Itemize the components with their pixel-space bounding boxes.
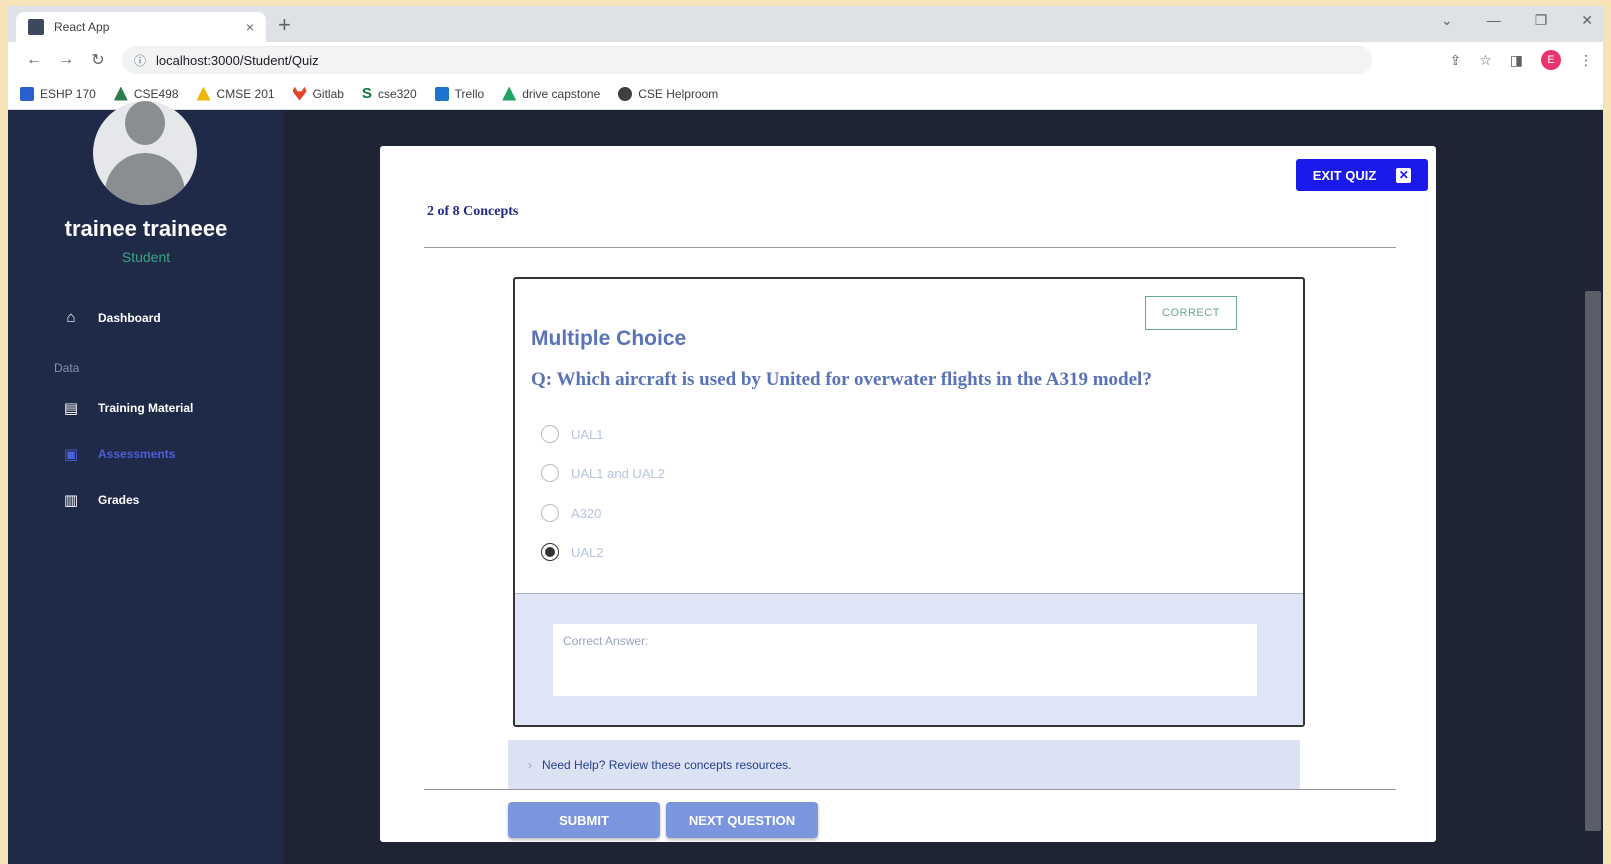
user-name: trainee traineee xyxy=(64,216,228,241)
address-bar[interactable]: ⓘ localhost:3000/Student/Quiz xyxy=(122,46,1372,74)
browser-toolbar: ← → ↻ ⓘ localhost:3000/Student/Quiz ⇪ ☆ … xyxy=(8,42,1603,78)
bookmark-icon xyxy=(20,86,34,101)
sidebar-item-grades[interactable]: ▥ Grades xyxy=(60,491,139,509)
bookmark-icon xyxy=(113,86,128,101)
sidebar-item-label: Dashboard xyxy=(98,310,161,325)
s-logo-icon: S xyxy=(361,85,372,102)
browser-tab[interactable]: React App × xyxy=(16,12,266,42)
new-tab-button[interactable]: + xyxy=(278,12,291,38)
clipboard-icon: ▣ xyxy=(63,446,79,463)
bookmark-item[interactable]: ESHP 170 xyxy=(20,86,96,101)
bookmark-item[interactable]: Trello xyxy=(434,86,484,101)
bookmarks-bar: ESHP 170 CSE498 CMSE 201 Gitlab Scse320 … xyxy=(8,78,1603,110)
answer-option[interactable]: UAL2 xyxy=(541,543,604,561)
exit-quiz-button[interactable]: EXIT QUIZ ✕ xyxy=(1296,159,1428,191)
status-badge: CORRECT xyxy=(1145,296,1237,330)
minimize-icon[interactable]: — xyxy=(1487,12,1501,29)
share-icon[interactable]: ⇪ xyxy=(1449,52,1461,69)
concept-progress: 2 of 8 Concepts xyxy=(427,204,519,219)
divider xyxy=(424,789,1396,790)
question-text: Q: Which aircraft is used by United for … xyxy=(531,369,1152,390)
tab-title: React App xyxy=(54,20,110,34)
answer-panel: Correct Answer: xyxy=(515,593,1303,725)
radio-button[interactable] xyxy=(541,504,559,522)
bookmark-item[interactable]: drive capstone xyxy=(502,86,600,101)
exit-quiz-label: EXIT QUIZ xyxy=(1312,167,1377,183)
window-controls: ⌄ — ❐ ✕ xyxy=(1441,12,1593,29)
grades-icon: ▥ xyxy=(63,492,79,509)
help-text: Need Help? Review these concepts resourc… xyxy=(542,758,792,772)
user-role: Student xyxy=(121,249,171,265)
sidebar: trainee traineee Student ⌂ Dashboard Dat… xyxy=(8,101,284,864)
answer-option[interactable]: A320 xyxy=(541,504,601,522)
bookmark-item[interactable]: CMSE 201 xyxy=(196,86,275,101)
restore-icon[interactable]: ❐ xyxy=(1535,12,1548,29)
sidebar-item-label: Assessments xyxy=(98,447,176,461)
avatar-head-icon xyxy=(125,101,165,145)
profile-avatar[interactable]: E xyxy=(1541,50,1561,70)
question-type: Multiple Choice xyxy=(531,327,687,350)
url-text: localhost:3000/Student/Quiz xyxy=(156,52,319,68)
answer-option[interactable]: UAL1 and UAL2 xyxy=(541,464,665,482)
drive-icon xyxy=(196,86,211,101)
radio-button-selected[interactable] xyxy=(541,543,559,561)
sidebar-item-dashboard[interactable]: ⌂ Dashboard xyxy=(60,309,161,326)
site-info-icon[interactable]: ⓘ xyxy=(134,52,146,69)
browser-window: React App × + ⌄ — ❐ ✕ ← → ↻ ⓘ localhost:… xyxy=(8,6,1603,864)
avatar xyxy=(93,101,197,205)
avatar-body-icon xyxy=(105,153,185,205)
tab-close-icon[interactable]: × xyxy=(246,19,254,35)
next-question-button[interactable]: NEXT QUESTION xyxy=(666,802,818,838)
scroll-thumb[interactable] xyxy=(1585,291,1601,831)
drive-icon xyxy=(502,86,517,101)
scrollbar[interactable] xyxy=(1581,111,1603,864)
correct-answer-field[interactable]: Correct Answer: xyxy=(553,624,1257,696)
toolbar-actions: ⇪ ☆ ◨ E ⋮ xyxy=(1449,50,1593,70)
bookmark-item[interactable]: Scse320 xyxy=(362,85,417,102)
globe-icon xyxy=(618,86,633,101)
answer-option[interactable]: UAL1 xyxy=(541,425,604,443)
tab-bar: React App × + ⌄ — ❐ ✕ xyxy=(8,6,1603,42)
forward-icon[interactable]: → xyxy=(50,51,82,69)
reload-icon[interactable]: ↻ xyxy=(82,50,114,70)
sidebar-item-label: Training Material xyxy=(98,401,194,415)
divider xyxy=(424,247,1396,248)
option-label: UAL2 xyxy=(571,544,604,560)
close-window-icon[interactable]: ✕ xyxy=(1581,12,1593,29)
menu-kebab-icon[interactable]: ⋮ xyxy=(1579,52,1593,69)
react-favicon-icon xyxy=(28,19,44,35)
quiz-card: EXIT QUIZ ✕ 2 of 8 Concepts CORRECT Mult… xyxy=(380,146,1436,842)
side-panel-icon[interactable]: ◨ xyxy=(1510,52,1523,69)
section-label: Data xyxy=(54,361,80,375)
sidebar-item-label: Grades xyxy=(98,493,140,507)
back-icon[interactable]: ← xyxy=(18,51,50,69)
help-accordion[interactable]: › Need Help? Review these concepts resou… xyxy=(508,740,1300,790)
bookmark-item[interactable]: CSE498 xyxy=(113,86,179,101)
tab-search-icon[interactable]: ⌄ xyxy=(1441,12,1453,29)
book-icon: ▤ xyxy=(63,400,79,417)
radio-button[interactable] xyxy=(541,425,559,443)
bookmark-item[interactable]: CSE Helproom xyxy=(618,86,718,101)
sidebar-item-assessments[interactable]: ▣ Assessments xyxy=(60,445,175,463)
home-icon: ⌂ xyxy=(66,309,76,326)
bookmark-star-icon[interactable]: ☆ xyxy=(1479,52,1492,69)
option-label: A320 xyxy=(571,505,602,521)
question-card: CORRECT Multiple Choice Q: Which aircraf… xyxy=(513,277,1305,727)
close-icon: ✕ xyxy=(1396,167,1412,183)
bookmark-item[interactable]: Gitlab xyxy=(292,86,344,101)
option-label: UAL1 and UAL2 xyxy=(571,465,665,481)
radio-button[interactable] xyxy=(541,464,559,482)
trello-icon xyxy=(434,86,449,101)
option-label: UAL1 xyxy=(571,426,604,442)
sidebar-item-training-material[interactable]: ▤ Training Material xyxy=(60,399,193,417)
gitlab-icon xyxy=(292,86,307,101)
submit-button[interactable]: SUBMIT xyxy=(508,802,660,838)
chevron-right-icon: › xyxy=(528,758,532,772)
